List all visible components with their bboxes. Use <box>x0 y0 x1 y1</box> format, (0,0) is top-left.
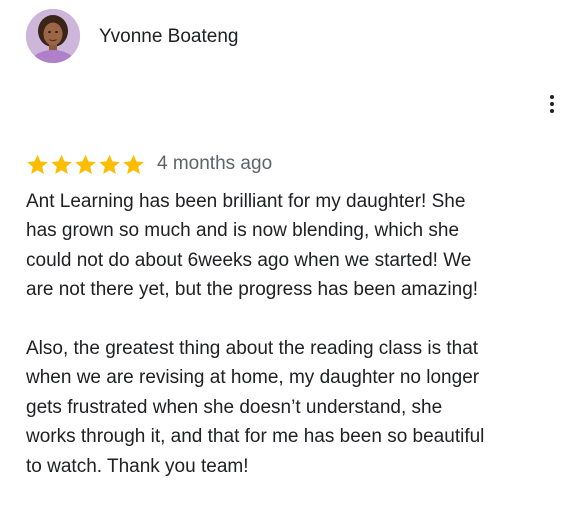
more-options-button[interactable] <box>540 92 564 116</box>
review-meta: 4 months ago <box>26 152 272 176</box>
star-icon <box>51 154 72 174</box>
star-icon <box>123 154 144 174</box>
star-icon <box>99 154 120 174</box>
review-line: Also, the greatest thing about the readi… <box>26 338 479 360</box>
vertical-dots-icon <box>550 95 554 113</box>
star-icon <box>27 154 48 174</box>
review-line: gets frustrated when she doesn’t underst… <box>26 396 443 418</box>
review-line: are not there yet, but the progress has … <box>26 279 479 301</box>
review-line: works through it, and that for me has be… <box>26 426 485 448</box>
avatar-photo <box>26 9 80 63</box>
reviewer-avatar[interactable] <box>26 9 80 63</box>
star-icon <box>75 154 96 174</box>
review-line: could not do about 6weeks ago when we st… <box>26 249 472 271</box>
review-line: has grown so much and is now blending, w… <box>26 220 460 242</box>
review-card: Yvonne Boateng 4 months ago Ant Learning… <box>0 0 571 507</box>
star-rating <box>26 153 145 176</box>
reviewer-name[interactable]: Yvonne Boateng <box>99 26 238 48</box>
review-time: 4 months ago <box>157 153 273 174</box>
review-line: to watch. Thank you team! <box>26 455 249 477</box>
review-line: Ant Learning has been brilliant for my d… <box>26 191 466 212</box>
review-line: when we are revising at home, my daughte… <box>26 367 480 389</box>
review-text: Ant Learning has been brilliant for my d… <box>26 187 571 481</box>
